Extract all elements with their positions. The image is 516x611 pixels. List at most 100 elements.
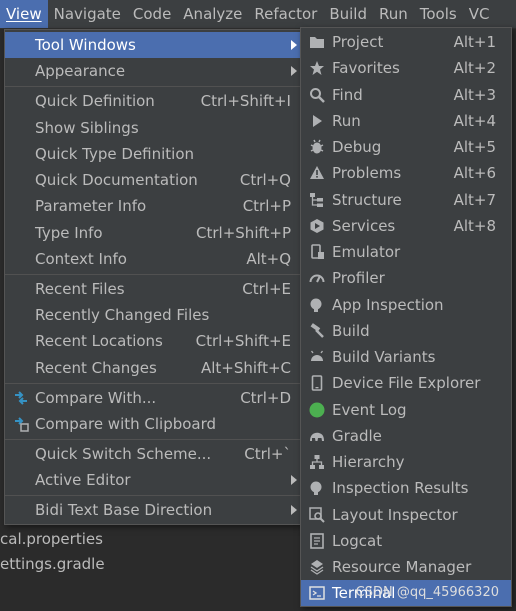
menu-item-label: Recent Locations xyxy=(35,332,163,350)
tool-window-emulator[interactable]: Emulator xyxy=(301,239,511,265)
menu-item-label: Quick Switch Scheme... xyxy=(35,445,212,463)
menu-item-quick-type-definition[interactable]: Quick Type Definition xyxy=(5,141,301,167)
menu-item-quick-documentation[interactable]: Quick Documentation Ctrl+Q xyxy=(5,167,301,193)
tool-window-structure[interactable]: Structure Alt+7 xyxy=(301,187,511,213)
resource-icon xyxy=(310,560,324,575)
menu-item-label: Quick Type Definition xyxy=(35,145,195,163)
menu-item-appearance[interactable]: Appearance xyxy=(5,58,301,84)
services-icon xyxy=(310,219,324,233)
menu-item-shortcut: Ctrl+Shift+E xyxy=(195,332,291,350)
submenu-arrow-icon xyxy=(291,40,297,50)
menu-item-active-editor[interactable]: Active Editor xyxy=(5,467,301,493)
project-file-item[interactable]: ettings.gradle xyxy=(0,555,105,573)
tool-window-build[interactable]: Build xyxy=(301,318,511,344)
compare-icon xyxy=(15,391,27,405)
menu-item-shortcut: Ctrl+Shift+I xyxy=(200,92,291,110)
tool-window-profiler[interactable]: Profiler xyxy=(301,265,511,291)
menu-separator xyxy=(5,439,301,440)
menu-item-quick-switch-scheme[interactable]: Quick Switch Scheme... Ctrl+` xyxy=(5,441,301,467)
menu-item-label: Run xyxy=(332,112,361,130)
menu-item-label: Compare with Clipboard xyxy=(35,415,217,433)
menu-item-label: Appearance xyxy=(35,62,126,80)
menu-item-label: Active Editor xyxy=(35,471,131,489)
submenu-arrow-icon xyxy=(291,475,297,485)
menu-refactor[interactable]: Refactor xyxy=(248,0,323,28)
menu-item-bidi-text-base-direction[interactable]: Bidi Text Base Direction xyxy=(5,497,301,523)
menu-build[interactable]: Build xyxy=(323,0,373,28)
view-menu: Tool Windows Appearance Quick Definition… xyxy=(4,29,302,525)
menu-item-label: App Inspection xyxy=(332,296,444,314)
menu-analyze[interactable]: Analyze xyxy=(177,0,248,28)
menu-item-label: Bidi Text Base Direction xyxy=(35,501,213,519)
menu-item-label: Event Log xyxy=(332,401,407,419)
menu-item-compare-with[interactable]: Compare With... Ctrl+D xyxy=(5,385,301,411)
tool-windows-submenu: Project Alt+1 Favorites Alt+2 Find Alt+3… xyxy=(300,27,512,607)
menu-item-label: Show Siblings xyxy=(35,119,139,137)
menu-separator xyxy=(5,383,301,384)
inspection-results-icon xyxy=(310,481,322,495)
menu-item-compare-with-clipboard[interactable]: Compare with Clipboard xyxy=(5,411,301,437)
menu-separator xyxy=(5,86,301,87)
tool-window-event-log[interactable]: Event Log xyxy=(301,397,511,423)
menu-item-recently-changed-files[interactable]: Recently Changed Files xyxy=(5,302,301,328)
structure-icon xyxy=(310,193,323,207)
menu-item-label: Find xyxy=(332,86,363,104)
menu-item-shortcut: Alt+4 xyxy=(453,112,496,130)
tool-window-terminal[interactable]: Terminal CSDN @qq_45966320 xyxy=(301,580,511,606)
menu-item-tool-windows[interactable]: Tool Windows xyxy=(5,32,301,58)
menu-code[interactable]: Code xyxy=(127,0,177,28)
tool-window-project[interactable]: Project Alt+1 xyxy=(301,29,511,55)
menu-item-label: Build xyxy=(332,322,370,340)
tool-window-services[interactable]: Services Alt+8 xyxy=(301,213,511,239)
menu-item-recent-changes[interactable]: Recent Changes Alt+Shift+C xyxy=(5,355,301,381)
menu-item-context-info[interactable]: Context Info Alt+Q xyxy=(5,246,301,272)
menu-item-recent-files[interactable]: Recent Files Ctrl+E xyxy=(5,276,301,302)
menu-item-label: Gradle xyxy=(332,427,382,445)
search-icon xyxy=(310,88,325,103)
hierarchy-icon xyxy=(310,455,324,469)
tool-window-logcat[interactable]: Logcat xyxy=(301,528,511,554)
tool-window-hierarchy[interactable]: Hierarchy xyxy=(301,449,511,475)
menu-item-shortcut: Alt+7 xyxy=(453,191,496,209)
menu-separator xyxy=(5,495,301,496)
menu-run[interactable]: Run xyxy=(373,0,414,28)
tool-window-device-file-explorer[interactable]: Device File Explorer xyxy=(301,370,511,396)
tool-window-debug[interactable]: Debug Alt+5 xyxy=(301,134,511,160)
menu-item-shortcut: Ctrl+` xyxy=(244,445,291,463)
device-icon xyxy=(311,375,323,391)
menu-item-shortcut: Ctrl+Q xyxy=(239,171,291,189)
menu-navigate[interactable]: Navigate xyxy=(48,0,127,28)
menu-item-parameter-info[interactable]: Parameter Info Ctrl+P xyxy=(5,193,301,219)
run-icon xyxy=(313,115,322,127)
elephant-icon xyxy=(310,432,324,441)
menu-vcs[interactable]: VC xyxy=(463,0,496,28)
menu-view[interactable]: View xyxy=(0,0,48,28)
menu-item-label: Layout Inspector xyxy=(332,506,458,524)
menu-item-label: Logcat xyxy=(332,532,383,550)
menu-item-label: Type Info xyxy=(35,224,103,242)
tool-window-find[interactable]: Find Alt+3 xyxy=(301,82,511,108)
tool-window-layout-inspector[interactable]: Layout Inspector xyxy=(301,502,511,528)
tool-window-favorites[interactable]: Favorites Alt+2 xyxy=(301,55,511,81)
tool-window-app-inspection[interactable]: App Inspection xyxy=(301,292,511,318)
project-file-item[interactable]: cal.properties xyxy=(0,530,103,548)
tool-window-inspection-results[interactable]: Inspection Results xyxy=(301,475,511,501)
menu-item-shortcut: Alt+6 xyxy=(453,164,496,182)
menu-item-type-info[interactable]: Type Info Ctrl+Shift+P xyxy=(5,220,301,246)
submenu-arrow-icon xyxy=(291,66,297,76)
menu-item-shortcut: Alt+1 xyxy=(453,33,496,51)
menu-tools[interactable]: Tools xyxy=(414,0,463,28)
submenu-arrow-icon xyxy=(291,505,297,515)
menu-item-show-siblings[interactable]: Show Siblings xyxy=(5,115,301,141)
tool-window-run[interactable]: Run Alt+4 xyxy=(301,108,511,134)
tool-window-build-variants[interactable]: Build Variants xyxy=(301,344,511,370)
tool-window-resource-manager[interactable]: Resource Manager xyxy=(301,554,511,580)
menu-item-shortcut: Alt+3 xyxy=(453,86,496,104)
event-log-icon xyxy=(309,402,325,418)
emulator-icon xyxy=(311,244,324,259)
tool-window-problems[interactable]: Problems Alt+6 xyxy=(301,160,511,186)
menu-item-quick-definition[interactable]: Quick Definition Ctrl+Shift+I xyxy=(5,88,301,114)
menu-item-label: Debug xyxy=(332,138,382,156)
menu-item-recent-locations[interactable]: Recent Locations Ctrl+Shift+E xyxy=(5,328,301,354)
tool-window-gradle[interactable]: Gradle xyxy=(301,423,511,449)
